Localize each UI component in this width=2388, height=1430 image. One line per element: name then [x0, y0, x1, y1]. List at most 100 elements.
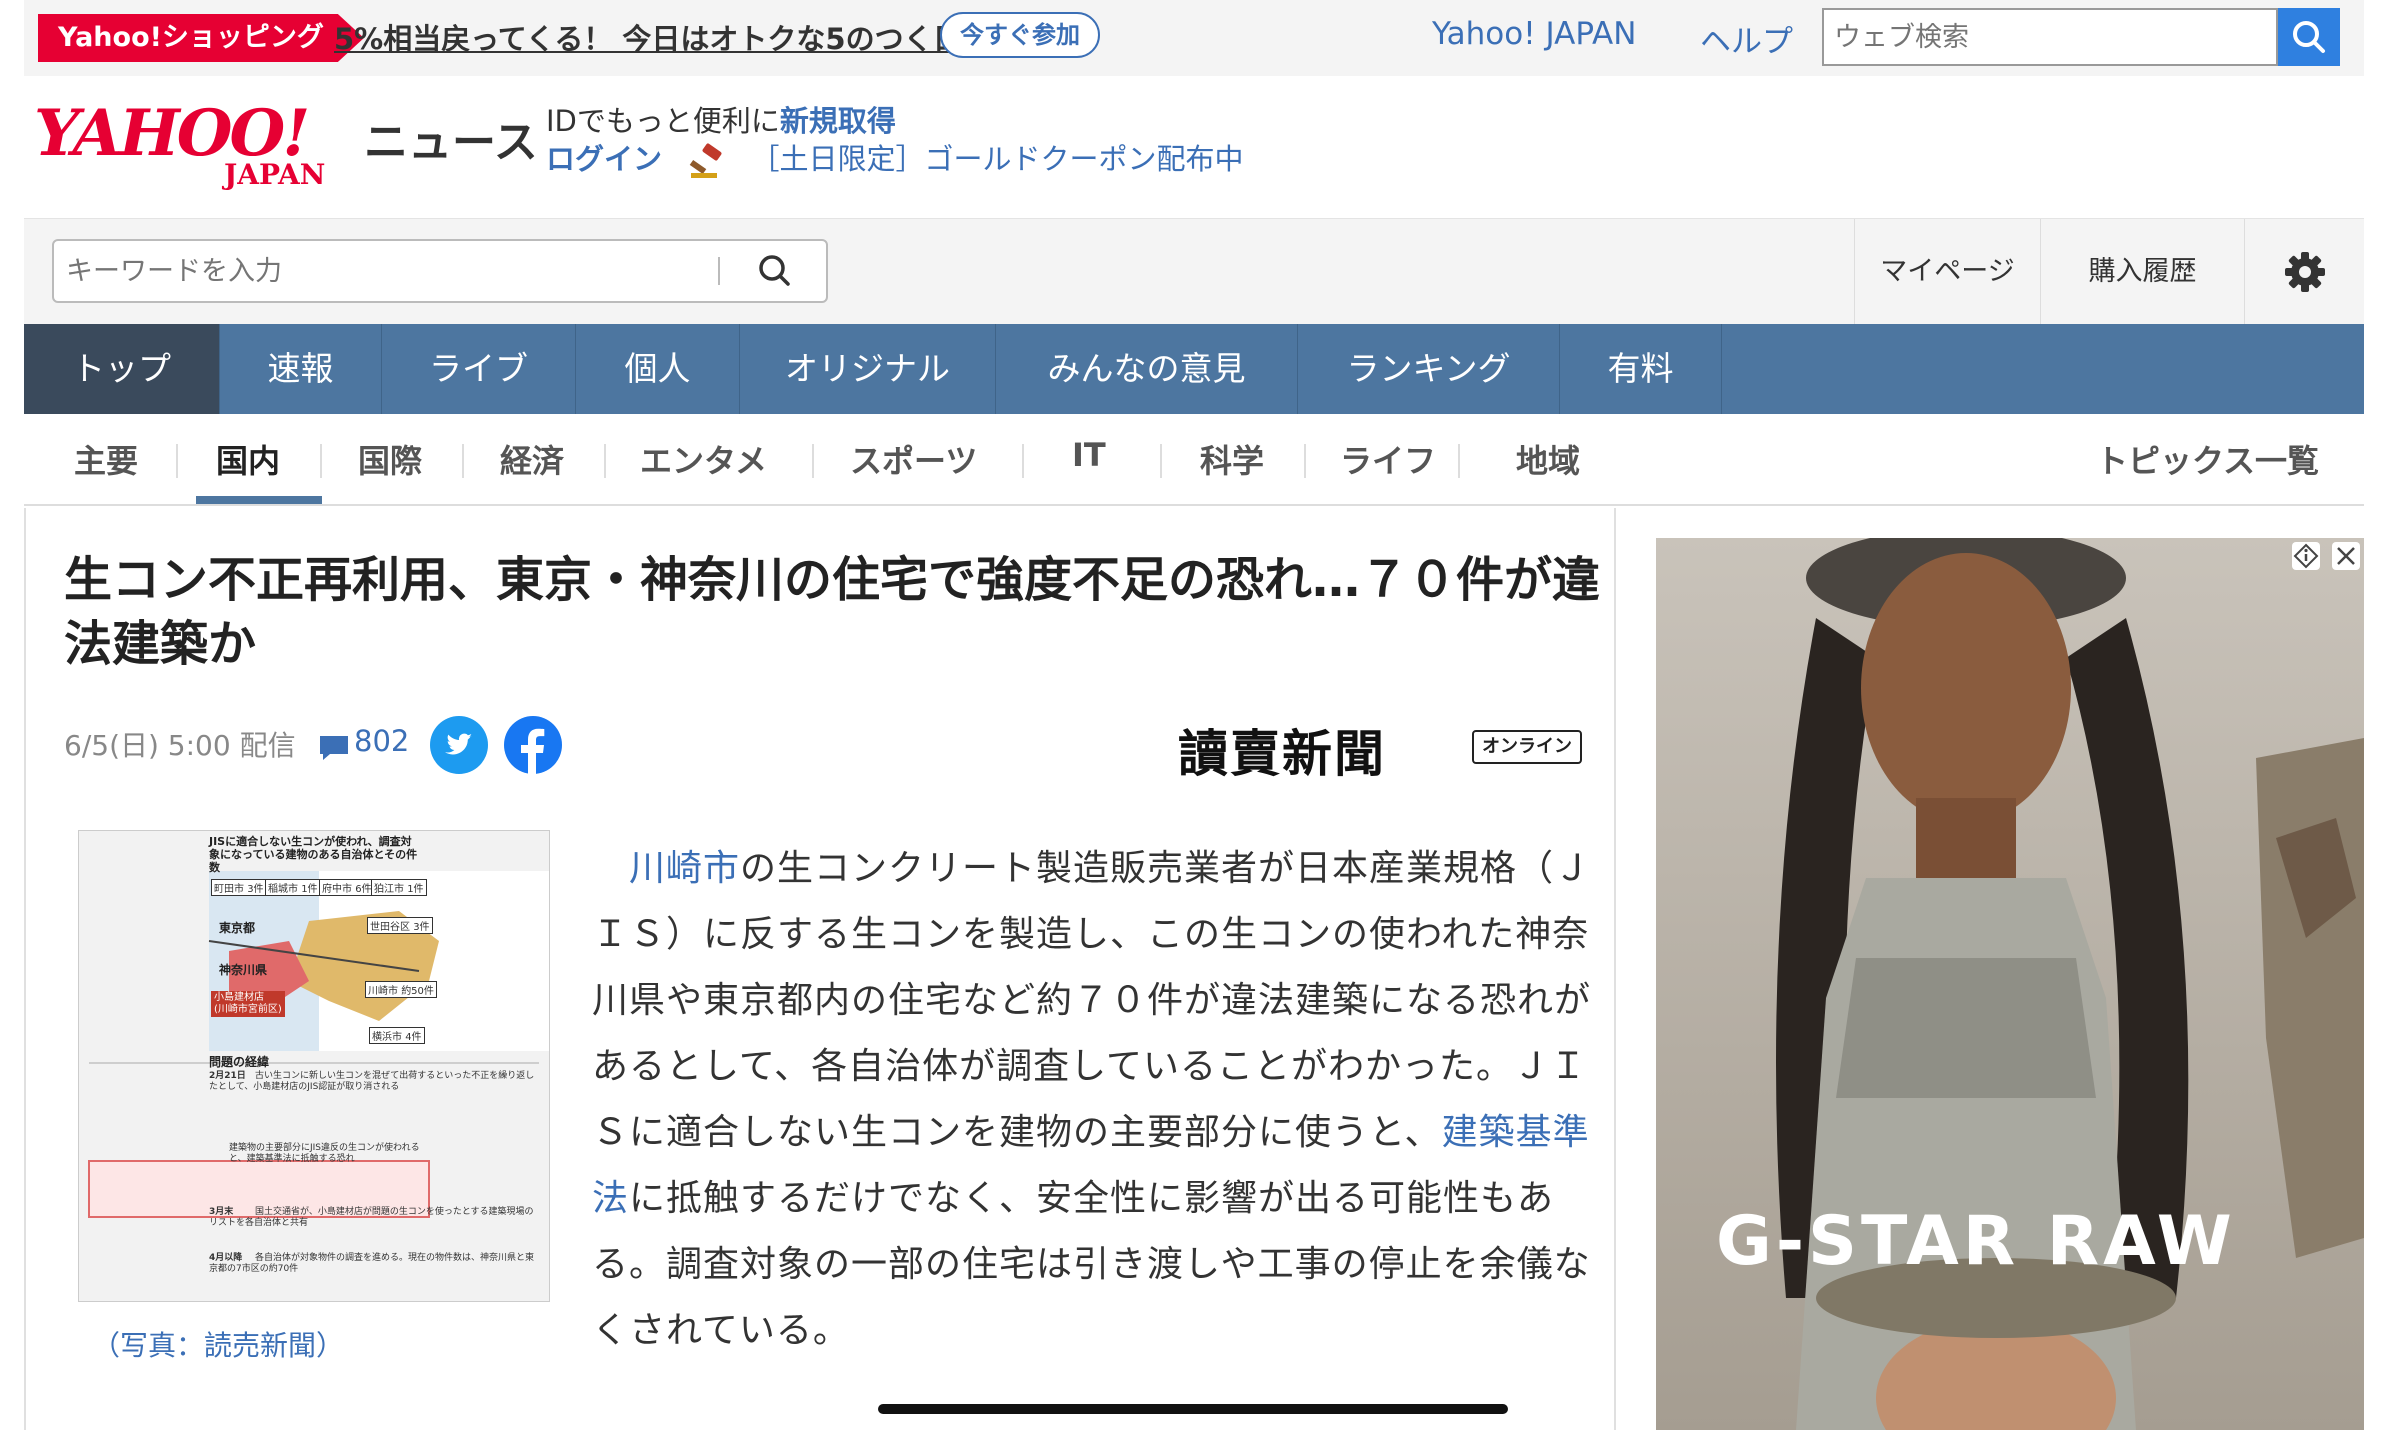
timeline-text: 建築物の主要部分にJIS違反の生コンが使われると、建築基準法に抵触する恐れ — [229, 1143, 420, 1164]
id-promo-text: IDでもっと便利に — [546, 104, 780, 138]
active-category-indicator — [196, 496, 322, 504]
publisher-badge: オンライン — [1472, 730, 1582, 764]
category-entertainment[interactable]: エンタメ — [640, 436, 767, 482]
purchase-history-link[interactable]: 購入履歴 — [2040, 219, 2244, 325]
figure-city: 川崎市 約50件 — [365, 981, 437, 998]
timeline-item: 4月以降 各自治体が対象物件の調査を進める。現在の物件数は、神奈川県と東京都の7市… — [209, 1253, 539, 1275]
category-science[interactable]: 科学 — [1200, 436, 1264, 482]
timeline-item: 2月21日 古い生コンに新しい生コンを混ぜて出荷するといった不正を繰り返したとして… — [209, 1071, 539, 1093]
divider — [320, 444, 322, 478]
divider — [812, 444, 814, 478]
id-promo: IDでもっと便利に新規取得 — [546, 98, 896, 140]
category-main[interactable]: 主要 — [74, 436, 138, 482]
timeline-text: 国土交通省が、小島建材店が問題の生コンを使ったとする建築現場のリストを各自治体と… — [209, 1207, 534, 1228]
divider — [1160, 444, 1162, 478]
category-international[interactable]: 国際 — [358, 436, 422, 482]
kawasaki-link[interactable]: 川崎市 — [629, 848, 740, 889]
logo-japan-text: JAPAN — [224, 158, 326, 191]
mypage-link[interactable]: マイページ — [1854, 219, 2040, 325]
nav-individual[interactable]: 個人 — [576, 324, 740, 414]
category-nav: 主要 国内 国際 経済 エンタメ スポーツ IT 科学 ライフ 地域 トピックス… — [24, 414, 2364, 506]
figure-company: 小島建材店 (川崎市宮前区) — [211, 991, 285, 1017]
article-body: 川崎市の生コンクリート製造販売業者が日本産業規格（ＪＩＳ）に反する生コンを製造し… — [592, 836, 1596, 1364]
twitter-share-icon[interactable] — [430, 716, 488, 774]
help-link[interactable]: ヘルプ — [1700, 16, 1793, 61]
ad-close-icon[interactable] — [2330, 540, 2362, 572]
nav-ranking[interactable]: ランキング — [1298, 324, 1560, 414]
shopping-badge[interactable]: Yahoo!ショッピング — [38, 14, 364, 62]
comment-icon[interactable] — [318, 734, 350, 762]
timeline-text: 古い生コンに新しい生コンを混ぜて出荷するといった不正を繰り返したとして、小島建材… — [209, 1071, 535, 1092]
promo-link[interactable]: 5%相当戻ってくる！ 今日はオトクな5のつく日 — [334, 16, 962, 58]
category-sports[interactable]: スポーツ — [850, 436, 977, 482]
register-link[interactable]: 新規取得 — [780, 104, 896, 138]
city-count: 4件 — [405, 1032, 422, 1043]
timeline-date: 4月以降 — [209, 1253, 243, 1263]
figure-city: 狛江市 1件 — [371, 879, 427, 896]
nav-top[interactable]: トップ — [24, 324, 220, 414]
city-name: 川崎市 — [368, 986, 398, 997]
divider — [1304, 444, 1306, 478]
home-indicator[interactable] — [878, 1404, 1508, 1414]
login-row: ログイン ［土日限定］ゴールドクーポン配布中 — [546, 136, 1243, 179]
yahoo-japan-logo[interactable]: YAHOO! JAPAN — [34, 96, 364, 196]
nav-live[interactable]: ライブ — [382, 324, 576, 414]
nav-opinions[interactable]: みんなの意見 — [996, 324, 1298, 414]
timeline-heading: 問題の経緯 — [209, 1055, 270, 1069]
figure-tokyo: 東京都 — [219, 921, 256, 935]
login-link[interactable]: ログイン — [546, 142, 662, 176]
article-photo[interactable]: JISに適合しない生コンが使われ、調査対象になっている建物のある自治体とその件数… — [78, 830, 550, 1302]
figure-city: 世田谷区 3件 — [367, 917, 433, 934]
divider — [462, 444, 464, 478]
web-search-button[interactable] — [2278, 8, 2340, 66]
timeline-date: 2月21日 — [209, 1071, 246, 1081]
yahoo-japan-link[interactable]: Yahoo! JAPAN — [1432, 16, 1636, 52]
figure-heading: JISに適合しない生コンが使われ、調査対象になっている建物のある自治体とその件数 — [209, 835, 418, 874]
category-domestic[interactable]: 国内 — [216, 436, 280, 482]
city-count: 約50件 — [401, 986, 434, 997]
nav-paid[interactable]: 有料 — [1560, 324, 1722, 414]
ad-info-icon[interactable] — [2290, 540, 2322, 572]
divider — [1022, 444, 1024, 478]
figure-city: 横浜市 4件 — [369, 1027, 425, 1044]
publisher-logo[interactable]: 讀賣新聞 — [1178, 714, 1386, 786]
promo-bar: Yahoo!ショッピング 5%相当戻ってくる！ 今日はオトクな5のつく日 今すぐ… — [24, 0, 2364, 76]
divider — [176, 444, 178, 478]
search-divider — [718, 257, 720, 285]
news-search-row: マイページ 購入履歴 — [24, 218, 2364, 325]
body-text-1: の生コンクリート製造販売業者が日本産業規格（ＪＩＳ）に反する生コンを製造し、この… — [592, 848, 1592, 1153]
gear-icon — [2285, 252, 2325, 292]
nav-breaking[interactable]: 速報 — [220, 324, 382, 414]
comment-count[interactable]: 802 — [354, 724, 409, 758]
divider — [1458, 444, 1460, 478]
figure-city: 府中市 6件 — [319, 879, 375, 896]
city-name: 世田谷区 — [370, 922, 410, 933]
nav-original[interactable]: オリジナル — [740, 324, 996, 414]
city-count: 6件 — [355, 884, 372, 895]
category-it[interactable]: IT — [1072, 436, 1106, 474]
join-button[interactable]: 今すぐ参加 — [940, 12, 1100, 58]
category-region[interactable]: 地域 — [1516, 436, 1580, 482]
ad-photo — [1656, 538, 2364, 1430]
city-name: 町田市 — [214, 884, 244, 895]
timeline-date: 3月末 — [209, 1207, 234, 1217]
company-location: (川崎市宮前区) — [214, 1004, 282, 1015]
timeline-text: 各自治体が対象物件の調査を進める。現在の物件数は、神奈川県と東京都の7市区の約7… — [209, 1253, 535, 1274]
topics-all-link[interactable]: トピックス一覧 — [2096, 436, 2319, 482]
category-economy[interactable]: 経済 — [500, 436, 564, 482]
section-title[interactable]: ニュース — [364, 106, 538, 170]
figure-city: 稲城市 1件 — [265, 879, 321, 896]
keyword-search-input[interactable] — [52, 239, 828, 303]
search-icon — [759, 255, 790, 286]
web-search-input[interactable] — [1822, 8, 2278, 66]
settings-button[interactable] — [2244, 219, 2364, 325]
category-life[interactable]: ライフ — [1340, 436, 1436, 482]
advertisement[interactable] — [1656, 538, 2364, 1430]
site-header: YAHOO! JAPAN ニュース IDでもっと便利に新規取得 ログイン ［土日… — [24, 76, 2364, 216]
search-icon — [2293, 21, 2325, 53]
facebook-share-icon[interactable] — [504, 716, 562, 774]
ad-brand: G-STAR RAW — [1716, 1202, 2236, 1281]
coupon-link[interactable]: ［土日限定］ゴールドクーポン配布中 — [750, 142, 1243, 176]
keyword-search-button[interactable] — [734, 243, 814, 299]
city-name: 狛江市 — [374, 884, 404, 895]
